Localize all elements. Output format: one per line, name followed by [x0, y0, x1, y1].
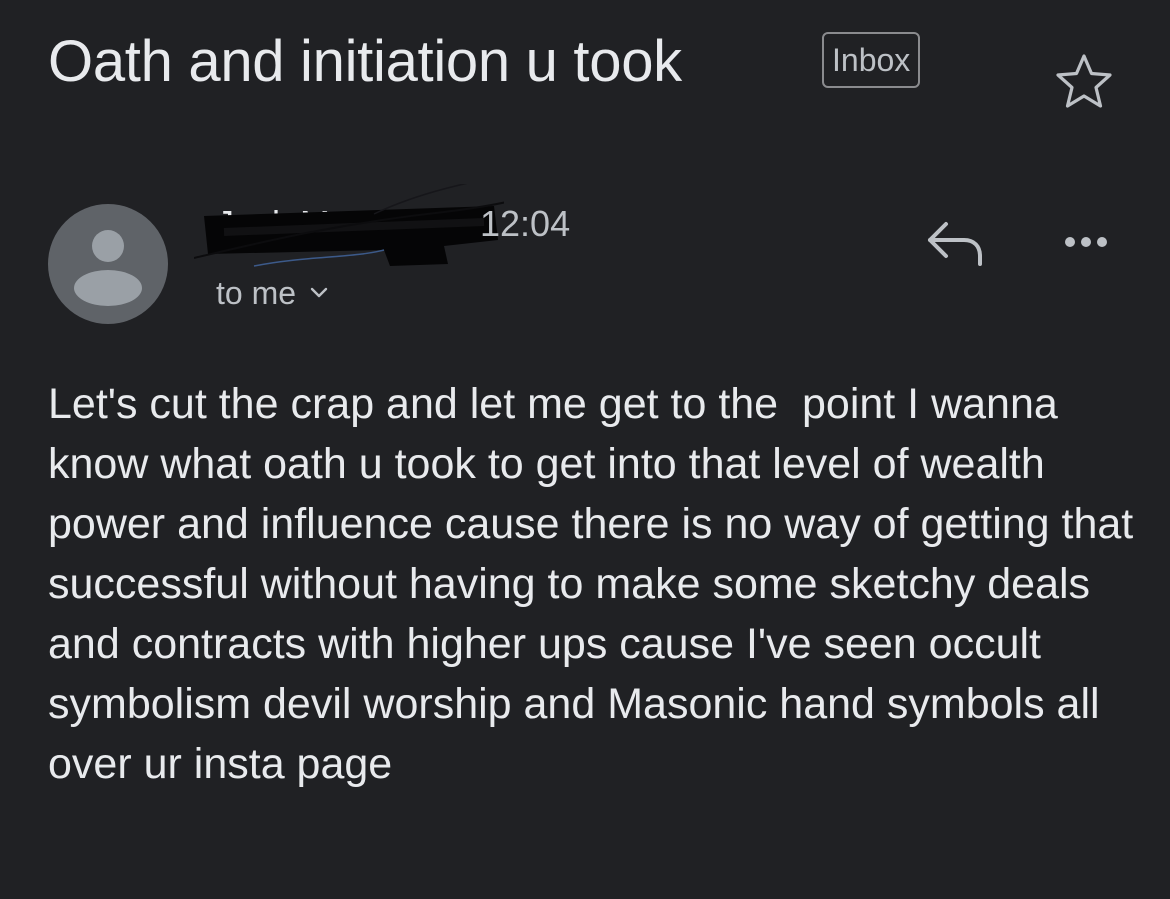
- email-subject: Oath and initiation u took: [48, 29, 682, 94]
- sender-name[interactable]: Jack Muer: [216, 196, 382, 252]
- person-icon: [74, 230, 142, 306]
- recipient-text: to me: [216, 275, 297, 311]
- subject-row: Oath and initiation u took Inbox: [48, 24, 1128, 108]
- more-options-icon[interactable]: [1054, 210, 1118, 274]
- sender-row: Jack Muer 12:04 to me: [48, 184, 1128, 336]
- recipient-toggle[interactable]: to me: [216, 268, 332, 318]
- email-time: 12:04: [480, 203, 571, 244]
- inbox-label-chip[interactable]: Inbox: [822, 32, 921, 88]
- chevron-down-icon: [306, 280, 332, 306]
- email-body: Let's cut the crap and let me get to the…: [48, 380, 1146, 788]
- sender-avatar[interactable]: [48, 204, 168, 324]
- reply-icon[interactable]: [920, 210, 992, 274]
- star-icon[interactable]: [1052, 50, 1116, 114]
